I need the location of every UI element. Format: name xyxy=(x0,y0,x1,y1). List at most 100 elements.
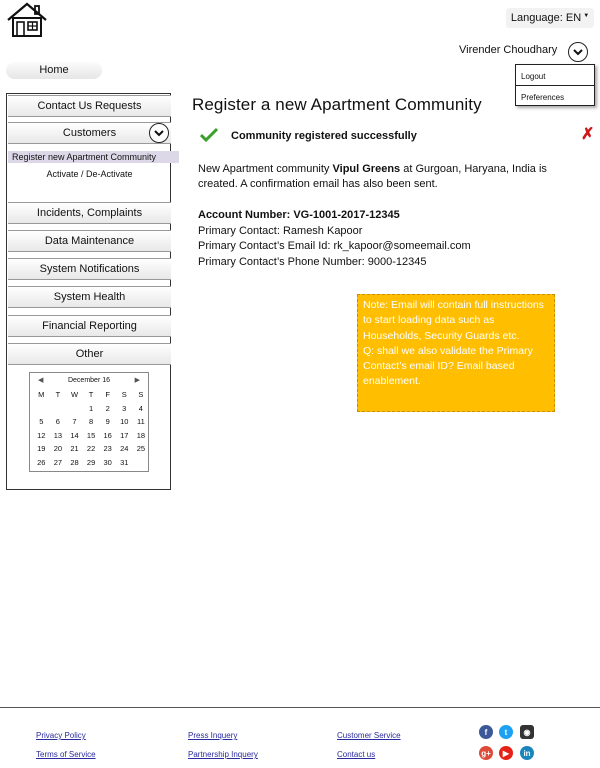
calendar-day[interactable]: 24 xyxy=(116,442,133,456)
nav-incidents-complaints[interactable]: Incidents, Complaints xyxy=(8,202,171,224)
calendar-day[interactable]: 20 xyxy=(50,442,67,456)
weekday-label: T xyxy=(55,390,61,399)
user-dropdown-menu: Logout Preferences xyxy=(515,64,595,106)
calendar-day[interactable]: 6 xyxy=(50,415,67,429)
success-message: Community registered successfully xyxy=(231,130,417,142)
calendar-day[interactable]: 29 xyxy=(83,456,100,470)
caret-down-icon: ▼ xyxy=(583,13,590,19)
nav-label: System Health xyxy=(53,291,126,303)
weekday-label: S xyxy=(121,390,127,399)
calendar-day[interactable]: 7 xyxy=(66,415,83,429)
nav-label: Data Maintenance xyxy=(44,235,135,247)
user-name[interactable]: Virender Choudhary xyxy=(459,44,557,56)
linkedin-icon[interactable]: in xyxy=(520,746,534,760)
account-number: Account Number: VG-1001-2017-12345 xyxy=(198,209,400,221)
calendar-day[interactable]: 25 xyxy=(133,442,150,456)
terms-of-service-link[interactable]: Terms of Service xyxy=(36,750,96,759)
home-button[interactable]: Home xyxy=(6,62,102,79)
message-prefix: New Apartment community xyxy=(198,163,333,175)
home-logo-icon[interactable] xyxy=(6,2,48,38)
facebook-icon[interactable]: f xyxy=(479,725,493,739)
calendar-day[interactable]: 11 xyxy=(133,415,150,429)
customer-service-link[interactable]: Customer Service xyxy=(337,731,401,740)
sub-item-register-community[interactable]: Register new Apartment Community xyxy=(8,151,179,163)
weekday-label: T xyxy=(88,390,94,399)
nav-system-health[interactable]: System Health xyxy=(8,286,171,308)
primary-contact-phone: Primary Contact’s Phone Number: 9000-123… xyxy=(198,255,427,268)
close-icon[interactable]: ✗ xyxy=(581,124,594,144)
contact-us-link[interactable]: Contact us xyxy=(337,750,375,759)
user-menu-toggle[interactable] xyxy=(568,42,588,62)
customers-collapse-toggle[interactable] xyxy=(149,123,169,143)
community-name: Vipul Greens xyxy=(332,163,401,175)
page-title: Register a new Apartment Community xyxy=(192,95,482,114)
calendar-day xyxy=(33,402,50,416)
language-selector[interactable]: Language: EN ▼ xyxy=(506,8,594,28)
nav-label: System Notifications xyxy=(39,263,140,275)
note-question: Q: shall we also validate the Primary Co… xyxy=(363,344,533,388)
calendar-day[interactable]: 21 xyxy=(66,442,83,456)
footer-divider xyxy=(0,707,600,708)
calendar-day[interactable]: 2 xyxy=(99,402,116,416)
nav-data-maintenance[interactable]: Data Maintenance xyxy=(8,230,171,252)
calendar-day[interactable]: 27 xyxy=(50,456,67,470)
partnership-inquery-link[interactable]: Partnership Inquery xyxy=(188,750,258,759)
account-details: Account Number: VG-1001-2017-12345 Prima… xyxy=(198,208,471,270)
calendar-day[interactable]: 30 xyxy=(99,456,116,470)
calendar-day[interactable]: 15 xyxy=(83,429,100,443)
calendar-day[interactable]: 16 xyxy=(99,429,116,443)
success-check-icon xyxy=(200,127,218,143)
primary-contact: Primary Contact: Ramesh Kapoor xyxy=(198,224,363,237)
google-plus-icon[interactable]: g+ xyxy=(479,746,493,760)
calendar-day xyxy=(66,402,83,416)
nav-contact-us-requests[interactable]: Contact Us Requests xyxy=(8,95,171,117)
calendar-day xyxy=(133,456,150,470)
calendar-day[interactable]: 10 xyxy=(116,415,133,429)
nav-other[interactable]: Other xyxy=(8,343,171,365)
note-text: Note: Email will contain full instructio… xyxy=(363,299,544,342)
youtube-icon[interactable]: ▶ xyxy=(499,746,513,760)
calendar-day[interactable]: 9 xyxy=(99,415,116,429)
note-sticky: Note: Email will contain full instructio… xyxy=(357,294,555,412)
calendar-day[interactable]: 3 xyxy=(116,402,133,416)
language-label: Language: EN xyxy=(510,12,582,24)
logout-menu-item[interactable]: Logout xyxy=(516,65,594,86)
chevron-down-icon xyxy=(573,48,583,55)
calendar-day[interactable]: 22 xyxy=(83,442,100,456)
calendar-day[interactable]: 31 xyxy=(116,456,133,470)
calendar-day[interactable]: 13 xyxy=(50,429,67,443)
calendar-grid: M T W T F S S 1 2 3 4 5 6 7 8 9 10 11 12 13 14 15 16 17 18 19 20 21… xyxy=(33,388,149,469)
calendar-day[interactable]: 1 xyxy=(83,402,100,416)
press-inquery-link[interactable]: Press Inquery xyxy=(188,731,237,740)
calendar-day[interactable]: 14 xyxy=(66,429,83,443)
calendar-day[interactable]: 18 xyxy=(133,429,150,443)
calendar-day xyxy=(50,402,67,416)
chevron-down-icon xyxy=(154,129,164,136)
calendar-month: December 16 xyxy=(67,377,111,384)
next-month-icon[interactable]: ▶ xyxy=(135,376,140,384)
twitter-icon[interactable]: t xyxy=(499,725,513,739)
calendar-day[interactable]: 19 xyxy=(33,442,50,456)
confirmation-message: New Apartment community Vipul Greens at … xyxy=(198,162,583,192)
primary-contact-email: Primary Contact’s Email Id: rk_kapoor@so… xyxy=(198,240,471,252)
calendar-day[interactable]: 28 xyxy=(66,456,83,470)
weekday-label: M xyxy=(38,390,45,399)
nav-customers[interactable]: Customers xyxy=(8,122,171,144)
calendar-day[interactable]: 23 xyxy=(99,442,116,456)
weekday-label: W xyxy=(70,390,79,399)
weekday-label: F xyxy=(105,390,110,399)
nav-label: Contact Us Requests xyxy=(37,100,142,112)
preferences-menu-item[interactable]: Preferences xyxy=(516,86,594,107)
nav-label: Incidents, Complaints xyxy=(36,207,143,219)
calendar-day[interactable]: 26 xyxy=(33,456,50,470)
calendar-day[interactable]: 17 xyxy=(116,429,133,443)
nav-system-notifications[interactable]: System Notifications xyxy=(8,258,171,280)
sub-item-activate-deactivate[interactable]: Activate / De-Activate xyxy=(8,169,171,179)
calendar-day[interactable]: 8 xyxy=(83,415,100,429)
calendar-day[interactable]: 4 xyxy=(133,402,150,416)
privacy-policy-link[interactable]: Privacy Policy xyxy=(36,731,86,740)
calendar-day[interactable]: 5 xyxy=(33,415,50,429)
calendar-day[interactable]: 12 xyxy=(33,429,50,443)
nav-financial-reporting[interactable]: Financial Reporting xyxy=(8,315,171,337)
instagram-icon[interactable]: ◉ xyxy=(520,725,534,739)
